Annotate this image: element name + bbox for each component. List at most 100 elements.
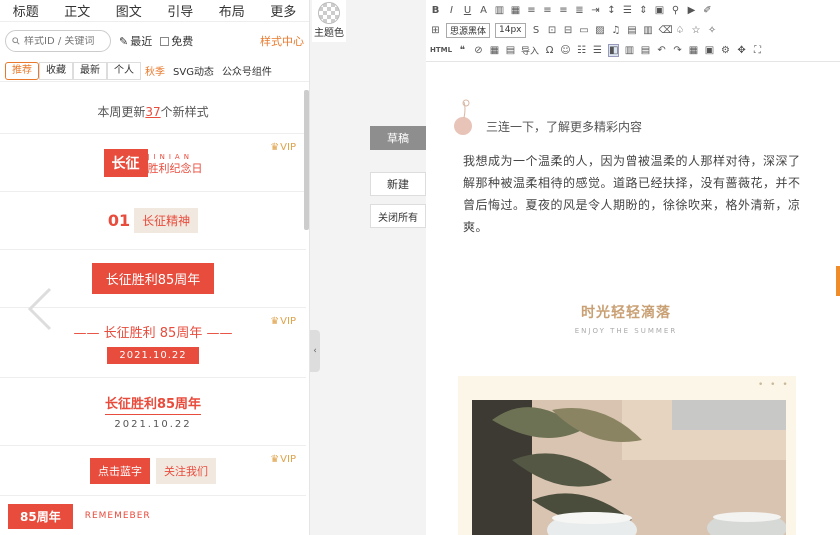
image-icon[interactable]: ▣ [654, 5, 665, 16]
tab-recommend[interactable]: 推荐 [5, 61, 39, 80]
scrollbar[interactable] [304, 90, 309, 230]
style-box: 长征 [103, 148, 148, 177]
editor-content[interactable]: 三连一下，了解更多精彩内容 我想成为一个温柔的人，因为曾被温柔的人那样对待，深深… [426, 62, 840, 535]
format-brush-icon[interactable]: ⊞ [430, 25, 441, 36]
recent-label: 最近 [130, 35, 153, 48]
magic-icon[interactable]: ✧ [707, 25, 718, 36]
bold-icon[interactable]: B [430, 5, 441, 16]
settings-icon[interactable]: ⚙ [720, 45, 731, 56]
vip-label: VIP [280, 142, 296, 153]
list-icon[interactable]: ☰ [622, 5, 633, 16]
preview-icon[interactable]: ▣ [704, 45, 715, 56]
tab-favorites[interactable]: 收藏 [39, 61, 73, 80]
video-icon[interactable]: ▶ [686, 5, 697, 16]
strikethrough-icon[interactable]: S [531, 25, 542, 36]
style-item[interactable]: 长征胜利85周年 2021.10.22 [0, 378, 306, 446]
superscript-icon[interactable]: ⊡ [547, 25, 558, 36]
nav-image-text[interactable]: 图文 [103, 1, 155, 20]
font-color-icon[interactable]: A [478, 5, 489, 16]
theme-color-button[interactable]: 主题色 [312, 0, 346, 42]
layout-toggle-icon[interactable]: ◧ [608, 43, 620, 57]
import-button[interactable]: 导入 [521, 44, 539, 57]
align-left-icon[interactable]: ≡ [526, 5, 537, 16]
nav-body[interactable]: 正文 [52, 1, 104, 20]
tag-autumn[interactable]: 秋季 [141, 63, 169, 78]
section-icon[interactable]: ▤ [505, 45, 516, 56]
indent-icon[interactable]: ⇥ [590, 5, 601, 16]
fullscreen-icon[interactable]: ⛶ [752, 45, 763, 56]
style-item[interactable]: ♛ VIP 点击蓝字 关注我们 [0, 446, 306, 496]
star-icon[interactable]: ☆ [691, 25, 702, 36]
columns-icon[interactable]: ▥ [624, 45, 635, 56]
heading-icon[interactable]: ▤ [640, 45, 651, 56]
collapse-handle[interactable]: ‹ [310, 330, 320, 372]
update-count[interactable]: 37 [145, 105, 160, 119]
nav-guide[interactable]: 引导 [155, 1, 207, 20]
table-icon[interactable]: ▦ [510, 5, 521, 16]
update-notice: 本周更新37个新样式 [0, 90, 306, 134]
new-button[interactable]: 新建 [370, 172, 426, 196]
subscript-icon[interactable]: ⊟ [563, 25, 574, 36]
theme-label: 主题色 [314, 28, 344, 39]
style-item[interactable]: 01 长征精神 [0, 192, 306, 250]
paint-icon[interactable]: ♤ [675, 25, 686, 36]
tab-personal[interactable]: 个人 [107, 61, 141, 80]
background-color-icon[interactable]: ▥ [494, 5, 505, 16]
nav-layout[interactable]: 布局 [206, 1, 258, 20]
free-checkbox[interactable] [160, 36, 170, 46]
font-family-select[interactable]: 思源黑体 [446, 22, 491, 38]
tag-component[interactable]: 公众号组件 [218, 63, 276, 78]
photo-icon[interactable]: ▨ [595, 25, 606, 36]
code-icon[interactable]: ▦ [489, 45, 500, 56]
recent-filter[interactable]: ✎ 最近 [119, 33, 152, 49]
search-box[interactable] [5, 30, 111, 52]
free-filter[interactable]: 免费 [160, 33, 193, 49]
vip-badge: ♛ VIP [270, 316, 296, 327]
style-label: 长征胜利85周年 [91, 263, 215, 294]
search-input[interactable] [24, 35, 104, 47]
grid-icon[interactable]: ▦ [688, 45, 699, 56]
align-justify-icon[interactable]: ≣ [574, 5, 585, 16]
align-center-icon[interactable]: ≡ [542, 5, 553, 16]
underline-icon[interactable]: U [462, 5, 473, 16]
omega-icon[interactable]: Ω [544, 45, 555, 56]
quote-icon[interactable]: ❝ [457, 45, 468, 56]
clear-format-icon[interactable]: ⌫ [659, 25, 673, 36]
link-icon[interactable]: ⚲ [670, 5, 681, 16]
free-label: 免费 [171, 35, 194, 48]
chevron-left-icon[interactable] [26, 286, 56, 332]
unordered-list-icon[interactable]: ☰ [592, 45, 603, 56]
html-source-button[interactable]: HTML [430, 46, 452, 54]
redo-icon[interactable]: ↷ [672, 45, 683, 56]
font-size-select[interactable]: 14px [495, 22, 526, 38]
ordered-list-icon[interactable]: ☷ [576, 45, 587, 56]
italic-icon[interactable]: I [446, 5, 457, 16]
attach-icon[interactable]: ⊘ [473, 45, 484, 56]
undo-icon[interactable]: ↶ [656, 45, 667, 56]
tag-svg[interactable]: SVG动态 [169, 63, 218, 78]
style-button-b: 关注我们 [156, 457, 216, 484]
smile-icon[interactable]: ☺ [560, 45, 571, 56]
align-right-icon[interactable]: ≡ [558, 5, 569, 16]
eraser-icon[interactable]: ✐ [702, 5, 713, 16]
style-item[interactable]: ♛ VIP 长征 JINIAN 胜利纪念日 [0, 134, 306, 192]
tab-latest[interactable]: 最新 [73, 61, 107, 80]
nav-more[interactable]: 更多 [258, 1, 310, 20]
move-icon[interactable]: ✥ [736, 45, 747, 56]
close-all-button[interactable]: 关闭所有 [370, 204, 426, 228]
emoji-panel-icon[interactable]: ▤ [627, 25, 638, 36]
audio-icon[interactable]: ♫ [611, 25, 622, 36]
draft-button[interactable]: 草稿 [370, 126, 426, 150]
section-subtitle: ENJOY THE SUMMER [574, 327, 678, 335]
style-subtext: REMEMEBER [84, 511, 151, 521]
border-icon[interactable]: ▭ [579, 25, 590, 36]
template-icon[interactable]: ▥ [643, 25, 654, 36]
style-item[interactable]: 85周年 REMEMEBER [0, 496, 306, 535]
style-box: 85周年 [8, 503, 73, 529]
style-date: 2021.10.22 [114, 419, 192, 430]
line-height-icon[interactable]: ↕ [606, 5, 617, 16]
nav-title[interactable]: 标题 [0, 1, 52, 20]
spacing-icon[interactable]: ⇕ [638, 5, 649, 16]
crown-icon: ♛ [270, 316, 280, 327]
style-center-link[interactable]: 样式中心 [260, 33, 304, 49]
